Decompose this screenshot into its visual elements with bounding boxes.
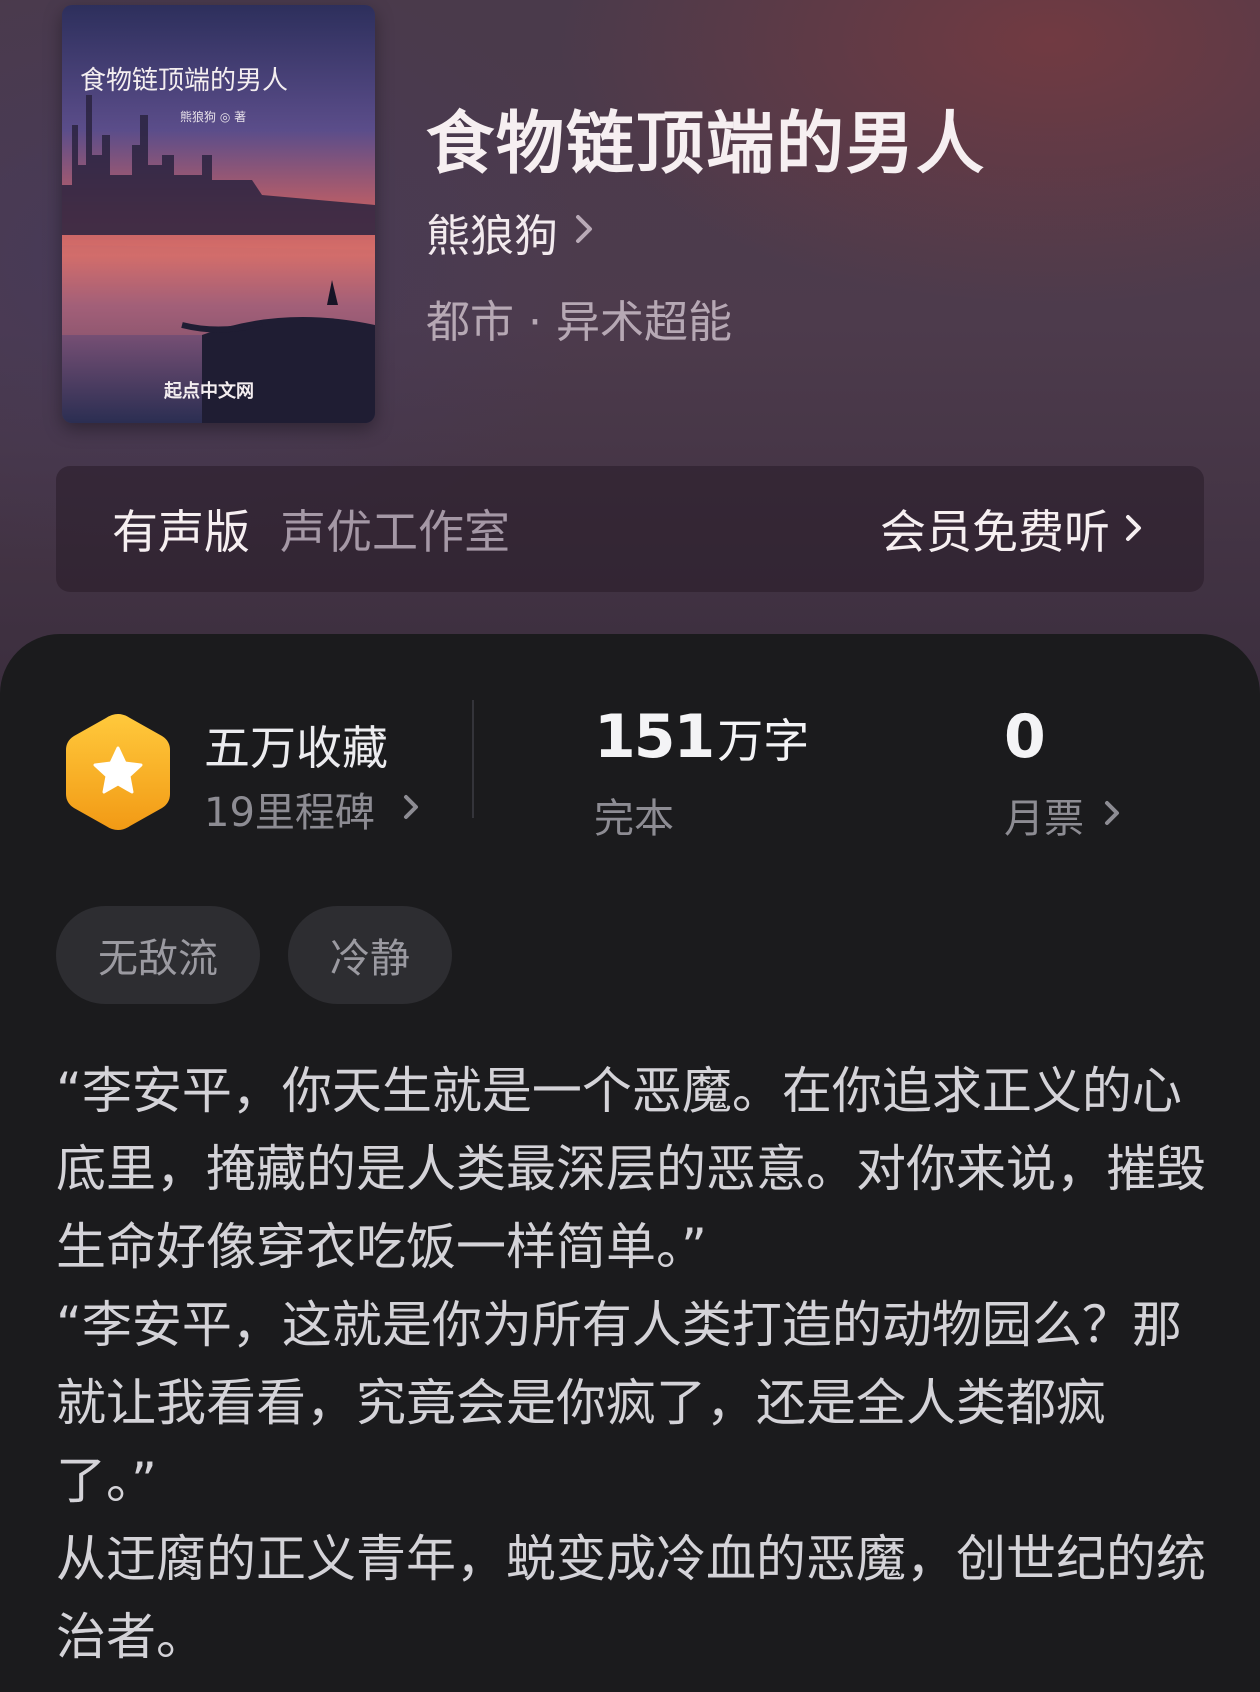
author-name: 熊狼狗 — [426, 211, 558, 262]
milestone-link[interactable]: 19里程碑 — [204, 780, 421, 838]
monthly-votes-label: 月票 — [1004, 796, 1084, 842]
tag-list: 无敌流 冷静 — [56, 906, 480, 1004]
stats-divider — [472, 700, 474, 818]
completion-status: 完本 — [594, 796, 674, 842]
chevron-right-icon — [403, 786, 421, 832]
chevron-right-icon — [1104, 792, 1122, 838]
book-cover-art: 食物链顶端的男人 熊狼狗 ◎ 著 起点中文网 — [62, 5, 375, 423]
chevron-right-icon — [1124, 502, 1144, 556]
audio-studio: 声优工作室 — [280, 505, 510, 559]
star-icon — [66, 714, 170, 830]
favorites-title[interactable]: 五万收藏 — [204, 712, 388, 778]
book-title: 食物链顶端的男人 — [426, 104, 987, 184]
synopsis-paragraph: “李安平，这就是你为所有人类打造的动物园么？那就让我看看，究竟会是你疯了，还是全… — [56, 1296, 1182, 1510]
milestone-label: 19里程碑 — [204, 790, 375, 836]
monthly-votes-count[interactable]: 0 — [1004, 702, 1046, 772]
cover-author: 熊狼狗 ◎ 著 — [180, 109, 246, 124]
cover-publisher: 起点中文网 — [163, 380, 254, 402]
word-count: 151万字 — [594, 702, 809, 772]
book-cover[interactable]: 食物链顶端的男人 熊狼狗 ◎ 著 起点中文网 — [62, 5, 375, 423]
synopsis-paragraph: 从迂腐的正义青年，蜕变成冷血的恶魔，创世纪的统治者。 — [56, 1530, 1206, 1666]
word-count-unit: 万字 — [717, 714, 810, 768]
member-free-listen-label: 会员免费听 — [880, 505, 1110, 559]
book-header: 食物链顶端的男人 熊狼狗 ◎ 著 起点中文网 食物链顶端的男人 熊狼狗 都市 ·… — [0, 0, 1260, 720]
chevron-right-icon — [574, 207, 596, 258]
synopsis-paragraph: “李安平，你天生就是一个恶魔。在你追求正义的心底里，掩藏的是人类最深层的恶意。对… — [56, 1062, 1206, 1276]
author-link[interactable]: 熊狼狗 — [426, 200, 596, 264]
monthly-votes-link[interactable]: 月票 — [1004, 786, 1122, 844]
tag-chip[interactable]: 无敌流 — [56, 906, 260, 1004]
word-count-number: 151 — [594, 702, 715, 772]
synopsis[interactable]: “李安平，你天生就是一个恶魔。在你追求正义的心底里，掩藏的是人类最深层的恶意。对… — [56, 1052, 1206, 1676]
member-free-listen-button[interactable]: 会员免费听 — [880, 496, 1144, 562]
cover-title: 食物链顶端的男人 — [80, 66, 288, 96]
genre-label[interactable]: 都市 · 异术超能 — [426, 286, 732, 350]
audio-version-bar[interactable]: 有声版 声优工作室 会员免费听 — [56, 466, 1204, 592]
audio-label: 有声版 — [112, 505, 250, 559]
tag-chip[interactable]: 冷静 — [288, 906, 452, 1004]
favorites-badge[interactable] — [62, 710, 174, 838]
